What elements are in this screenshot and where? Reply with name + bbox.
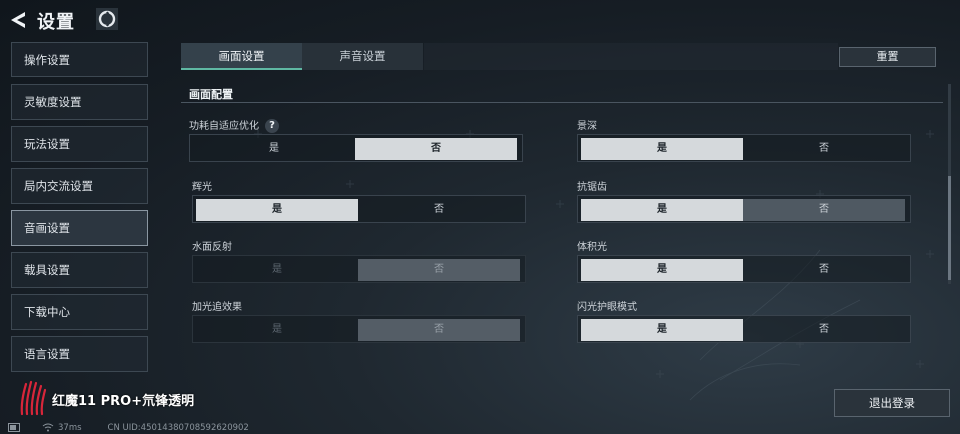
red-magic-logo-icon [20, 380, 47, 416]
option-label-volumetric-light: 体积光 [577, 242, 607, 253]
option-label-text: 功耗自适应优化 [189, 121, 259, 132]
battery-icon [8, 423, 20, 432]
toggle-yes-option: 是 [272, 324, 282, 335]
sidebar-item-language[interactable]: 语言设置 [11, 336, 148, 372]
section-title: 画面配置 [189, 88, 233, 101]
toggle-power-adaptive: 是 否 [189, 134, 523, 162]
option-label-water-reflection: 水面反射 [192, 242, 232, 253]
toggle-yes-option[interactable]: 是 [581, 259, 743, 281]
wifi-icon [42, 423, 54, 432]
header-bar: 设置 [0, 0, 200, 42]
tab-graphics[interactable]: 画面设置 [181, 43, 302, 70]
ping-text: 37ms [58, 422, 82, 433]
sidebar-item-operation[interactable]: 操作设置 [11, 42, 148, 77]
toggle-no-option[interactable]: 否 [743, 319, 905, 341]
toggle-water-reflection: 是 否 [192, 255, 526, 283]
page-title: 设置 [37, 12, 75, 33]
sidebar-item-audio-video[interactable]: 音画设置 [11, 210, 148, 246]
logout-button[interactable]: 退出登录 [834, 389, 950, 417]
toggle-no-option: 否 [358, 319, 520, 341]
toggle-no-option[interactable]: 否 [355, 138, 517, 160]
sidebar-item-vehicle[interactable]: 载具设置 [11, 252, 148, 288]
scrollbar-thumb[interactable] [948, 176, 951, 280]
status-bar: 37ms CN UID:4501438070859262090​2 [8, 421, 249, 434]
toggle-ray-tracing: 是 否 [192, 315, 526, 343]
tab-sound[interactable]: 声音设置 [302, 43, 423, 70]
toggle-no-option: 否 [358, 259, 520, 281]
section-divider [181, 102, 943, 103]
toggle-depth-of-field: 是 否 [577, 134, 911, 162]
toggle-volumetric-light: 是 否 [577, 255, 911, 283]
option-label-anti-aliasing: 抗锯齿 [577, 182, 607, 193]
back-arrow-icon[interactable] [8, 9, 28, 31]
game-logo-icon [96, 8, 118, 30]
tab-bar: 画面设置 声音设置 [181, 43, 424, 70]
toggle-no-option[interactable]: 否 [743, 199, 905, 221]
sidebar-item-download[interactable]: 下载中心 [11, 294, 148, 330]
toggle-no-option[interactable]: 否 [358, 199, 520, 221]
reset-button[interactable]: 重置 [839, 47, 936, 67]
uid-text: CN UID:4501438070859262090​2 [107, 422, 249, 433]
option-label-flash-eye-protection: 闪光护眼模式 [577, 302, 637, 313]
sidebar-item-communication[interactable]: 局内交流设置 [11, 168, 148, 204]
sidebar-item-gameplay[interactable]: 玩法设置 [11, 126, 148, 162]
toggle-no-option[interactable]: 否 [743, 138, 905, 160]
toggle-yes-option[interactable]: 是 [196, 199, 358, 221]
option-label-ray-tracing: 加光追效果 [192, 302, 242, 313]
toggle-no-option[interactable]: 否 [743, 259, 905, 281]
toggle-yes-option: 是 [272, 264, 282, 275]
watermark-text: 红魔11 PRO+氘锋透明 [52, 394, 195, 409]
toggle-yes-option[interactable]: 是 [581, 199, 743, 221]
help-icon[interactable]: ? [265, 119, 279, 133]
tab-bar-background [424, 43, 838, 70]
toggle-yes-option[interactable]: 是 [193, 138, 355, 160]
toggle-bloom: 是 否 [192, 195, 526, 223]
sidebar-item-sensitivity[interactable]: 灵敏度设置 [11, 84, 148, 120]
option-label-depth-of-field: 景深 [577, 121, 597, 132]
toggle-yes-option[interactable]: 是 [581, 319, 743, 341]
toggle-yes-option[interactable]: 是 [581, 138, 743, 160]
toggle-anti-aliasing: 是 否 [577, 195, 911, 223]
content-scrollbar[interactable] [948, 84, 951, 284]
option-label-power-adaptive: 功耗自适应优化? [189, 117, 279, 133]
option-label-bloom: 辉光 [192, 182, 212, 193]
toggle-flash-eye-protection: 是 否 [577, 315, 911, 343]
